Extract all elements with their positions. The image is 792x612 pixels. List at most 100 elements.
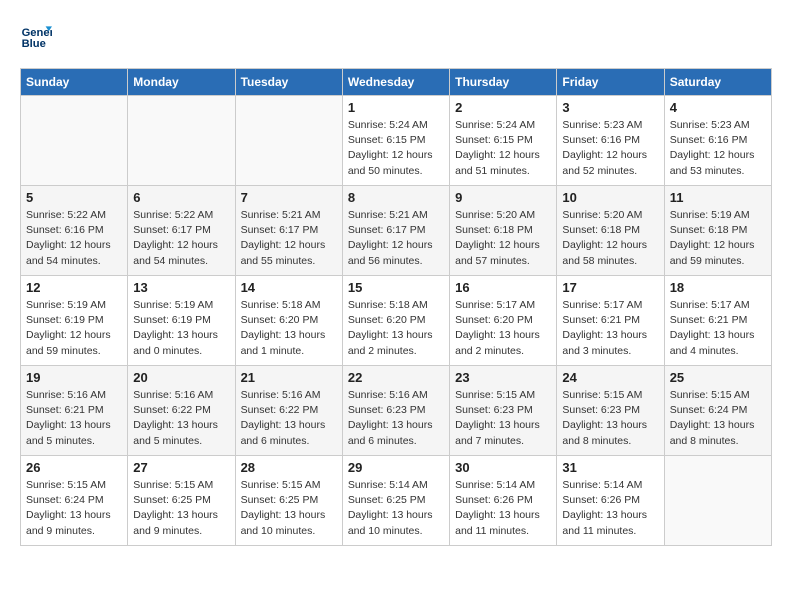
day-info: Sunrise: 5:15 AMSunset: 6:24 PMDaylight:…: [670, 388, 766, 449]
calendar-cell: 29 Sunrise: 5:14 AMSunset: 6:25 PMDayligh…: [342, 456, 449, 546]
day-info: Sunrise: 5:15 AMSunset: 6:25 PMDaylight:…: [241, 478, 337, 539]
day-info: Sunrise: 5:15 AMSunset: 6:23 PMDaylight:…: [562, 388, 658, 449]
calendar-cell: 28 Sunrise: 5:15 AMSunset: 6:25 PMDayligh…: [235, 456, 342, 546]
day-number: 27: [133, 460, 229, 475]
calendar-cell: 3 Sunrise: 5:23 AMSunset: 6:16 PMDaylight…: [557, 96, 664, 186]
day-number: 2: [455, 100, 551, 115]
dow-tuesday: Tuesday: [235, 69, 342, 96]
logo-icon: General Blue: [20, 20, 52, 52]
day-info: Sunrise: 5:16 AMSunset: 6:22 PMDaylight:…: [241, 388, 337, 449]
day-number: 25: [670, 370, 766, 385]
day-info: Sunrise: 5:19 AMSunset: 6:18 PMDaylight:…: [670, 208, 766, 269]
day-info: Sunrise: 5:15 AMSunset: 6:25 PMDaylight:…: [133, 478, 229, 539]
day-info: Sunrise: 5:20 AMSunset: 6:18 PMDaylight:…: [455, 208, 551, 269]
calendar-week-3: 12 Sunrise: 5:19 AMSunset: 6:19 PMDayligh…: [21, 276, 772, 366]
day-number: 31: [562, 460, 658, 475]
calendar-cell: [21, 96, 128, 186]
day-number: 6: [133, 190, 229, 205]
day-info: Sunrise: 5:23 AMSunset: 6:16 PMDaylight:…: [562, 118, 658, 179]
day-number: 11: [670, 190, 766, 205]
day-number: 26: [26, 460, 122, 475]
day-number: 22: [348, 370, 444, 385]
calendar-cell: 13 Sunrise: 5:19 AMSunset: 6:19 PMDayligh…: [128, 276, 235, 366]
calendar-week-2: 5Sunrise: 5:22 AMSunset: 6:16 PMDaylight…: [21, 186, 772, 276]
day-number: 5: [26, 190, 122, 205]
day-number: 15: [348, 280, 444, 295]
day-info: Sunrise: 5:19 AMSunset: 6:19 PMDaylight:…: [133, 298, 229, 359]
dow-wednesday: Wednesday: [342, 69, 449, 96]
day-number: 24: [562, 370, 658, 385]
calendar-table: SundayMondayTuesdayWednesdayThursdayFrid…: [20, 68, 772, 546]
calendar-cell: 2 Sunrise: 5:24 AMSunset: 6:15 PMDaylight…: [450, 96, 557, 186]
days-of-week-row: SundayMondayTuesdayWednesdayThursdayFrid…: [21, 69, 772, 96]
day-info: Sunrise: 5:19 AMSunset: 6:19 PMDaylight:…: [26, 298, 122, 359]
day-info: Sunrise: 5:16 AMSunset: 6:23 PMDaylight:…: [348, 388, 444, 449]
calendar-cell: [664, 456, 771, 546]
day-number: 18: [670, 280, 766, 295]
day-info: Sunrise: 5:21 AMSunset: 6:17 PMDaylight:…: [241, 208, 337, 269]
calendar-cell: 17 Sunrise: 5:17 AMSunset: 6:21 PMDayligh…: [557, 276, 664, 366]
svg-text:Blue: Blue: [22, 38, 46, 50]
day-number: 12: [26, 280, 122, 295]
day-number: 21: [241, 370, 337, 385]
calendar-cell: 20 Sunrise: 5:16 AMSunset: 6:22 PMDayligh…: [128, 366, 235, 456]
day-info: Sunrise: 5:17 AMSunset: 6:21 PMDaylight:…: [562, 298, 658, 359]
day-info: Sunrise: 5:16 AMSunset: 6:21 PMDaylight:…: [26, 388, 122, 449]
calendar-cell: 4Sunrise: 5:23 AMSunset: 6:16 PMDaylight…: [664, 96, 771, 186]
calendar-cell: [128, 96, 235, 186]
calendar-body: 1 Sunrise: 5:24 AMSunset: 6:15 PMDaylight…: [21, 96, 772, 546]
calendar-cell: 7 Sunrise: 5:21 AMSunset: 6:17 PMDaylight…: [235, 186, 342, 276]
calendar-cell: 14Sunrise: 5:18 AMSunset: 6:20 PMDayligh…: [235, 276, 342, 366]
day-number: 3: [562, 100, 658, 115]
day-info: Sunrise: 5:15 AMSunset: 6:23 PMDaylight:…: [455, 388, 551, 449]
day-number: 28: [241, 460, 337, 475]
day-number: 30: [455, 460, 551, 475]
calendar-cell: 9Sunrise: 5:20 AMSunset: 6:18 PMDaylight…: [450, 186, 557, 276]
calendar-cell: 10 Sunrise: 5:20 AMSunset: 6:18 PMDayligh…: [557, 186, 664, 276]
day-number: 23: [455, 370, 551, 385]
calendar-cell: 24 Sunrise: 5:15 AMSunset: 6:23 PMDayligh…: [557, 366, 664, 456]
day-number: 1: [348, 100, 444, 115]
calendar-week-4: 19 Sunrise: 5:16 AMSunset: 6:21 PMDayligh…: [21, 366, 772, 456]
day-number: 8: [348, 190, 444, 205]
day-info: Sunrise: 5:23 AMSunset: 6:16 PMDaylight:…: [670, 118, 766, 179]
day-info: Sunrise: 5:18 AMSunset: 6:20 PMDaylight:…: [241, 298, 337, 359]
calendar-cell: 30 Sunrise: 5:14 AMSunset: 6:26 PMDayligh…: [450, 456, 557, 546]
calendar-cell: 26Sunrise: 5:15 AMSunset: 6:24 PMDayligh…: [21, 456, 128, 546]
day-number: 16: [455, 280, 551, 295]
day-info: Sunrise: 5:14 AMSunset: 6:26 PMDaylight:…: [562, 478, 658, 539]
calendar-cell: 31 Sunrise: 5:14 AMSunset: 6:26 PMDayligh…: [557, 456, 664, 546]
day-info: Sunrise: 5:16 AMSunset: 6:22 PMDaylight:…: [133, 388, 229, 449]
calendar-week-5: 26Sunrise: 5:15 AMSunset: 6:24 PMDayligh…: [21, 456, 772, 546]
day-info: Sunrise: 5:17 AMSunset: 6:21 PMDaylight:…: [670, 298, 766, 359]
calendar-cell: 19 Sunrise: 5:16 AMSunset: 6:21 PMDayligh…: [21, 366, 128, 456]
calendar-cell: 8 Sunrise: 5:21 AMSunset: 6:17 PMDaylight…: [342, 186, 449, 276]
day-number: 19: [26, 370, 122, 385]
calendar-cell: 15 Sunrise: 5:18 AMSunset: 6:20 PMDayligh…: [342, 276, 449, 366]
day-info: Sunrise: 5:14 AMSunset: 6:26 PMDaylight:…: [455, 478, 551, 539]
calendar-cell: 23 Sunrise: 5:15 AMSunset: 6:23 PMDayligh…: [450, 366, 557, 456]
dow-monday: Monday: [128, 69, 235, 96]
calendar-cell: 21 Sunrise: 5:16 AMSunset: 6:22 PMDayligh…: [235, 366, 342, 456]
logo: General Blue: [20, 20, 56, 52]
dow-sunday: Sunday: [21, 69, 128, 96]
day-number: 20: [133, 370, 229, 385]
page-header: General Blue: [20, 20, 772, 52]
calendar-cell: 18 Sunrise: 5:17 AMSunset: 6:21 PMDayligh…: [664, 276, 771, 366]
day-info: Sunrise: 5:20 AMSunset: 6:18 PMDaylight:…: [562, 208, 658, 269]
calendar-cell: [235, 96, 342, 186]
day-number: 13: [133, 280, 229, 295]
dow-saturday: Saturday: [664, 69, 771, 96]
day-info: Sunrise: 5:21 AMSunset: 6:17 PMDaylight:…: [348, 208, 444, 269]
dow-friday: Friday: [557, 69, 664, 96]
day-info: Sunrise: 5:24 AMSunset: 6:15 PMDaylight:…: [348, 118, 444, 179]
day-number: 10: [562, 190, 658, 205]
day-number: 29: [348, 460, 444, 475]
calendar-cell: 11 Sunrise: 5:19 AMSunset: 6:18 PMDayligh…: [664, 186, 771, 276]
day-info: Sunrise: 5:18 AMSunset: 6:20 PMDaylight:…: [348, 298, 444, 359]
calendar-cell: 12 Sunrise: 5:19 AMSunset: 6:19 PMDayligh…: [21, 276, 128, 366]
day-number: 17: [562, 280, 658, 295]
day-info: Sunrise: 5:14 AMSunset: 6:25 PMDaylight:…: [348, 478, 444, 539]
day-number: 7: [241, 190, 337, 205]
day-info: Sunrise: 5:24 AMSunset: 6:15 PMDaylight:…: [455, 118, 551, 179]
